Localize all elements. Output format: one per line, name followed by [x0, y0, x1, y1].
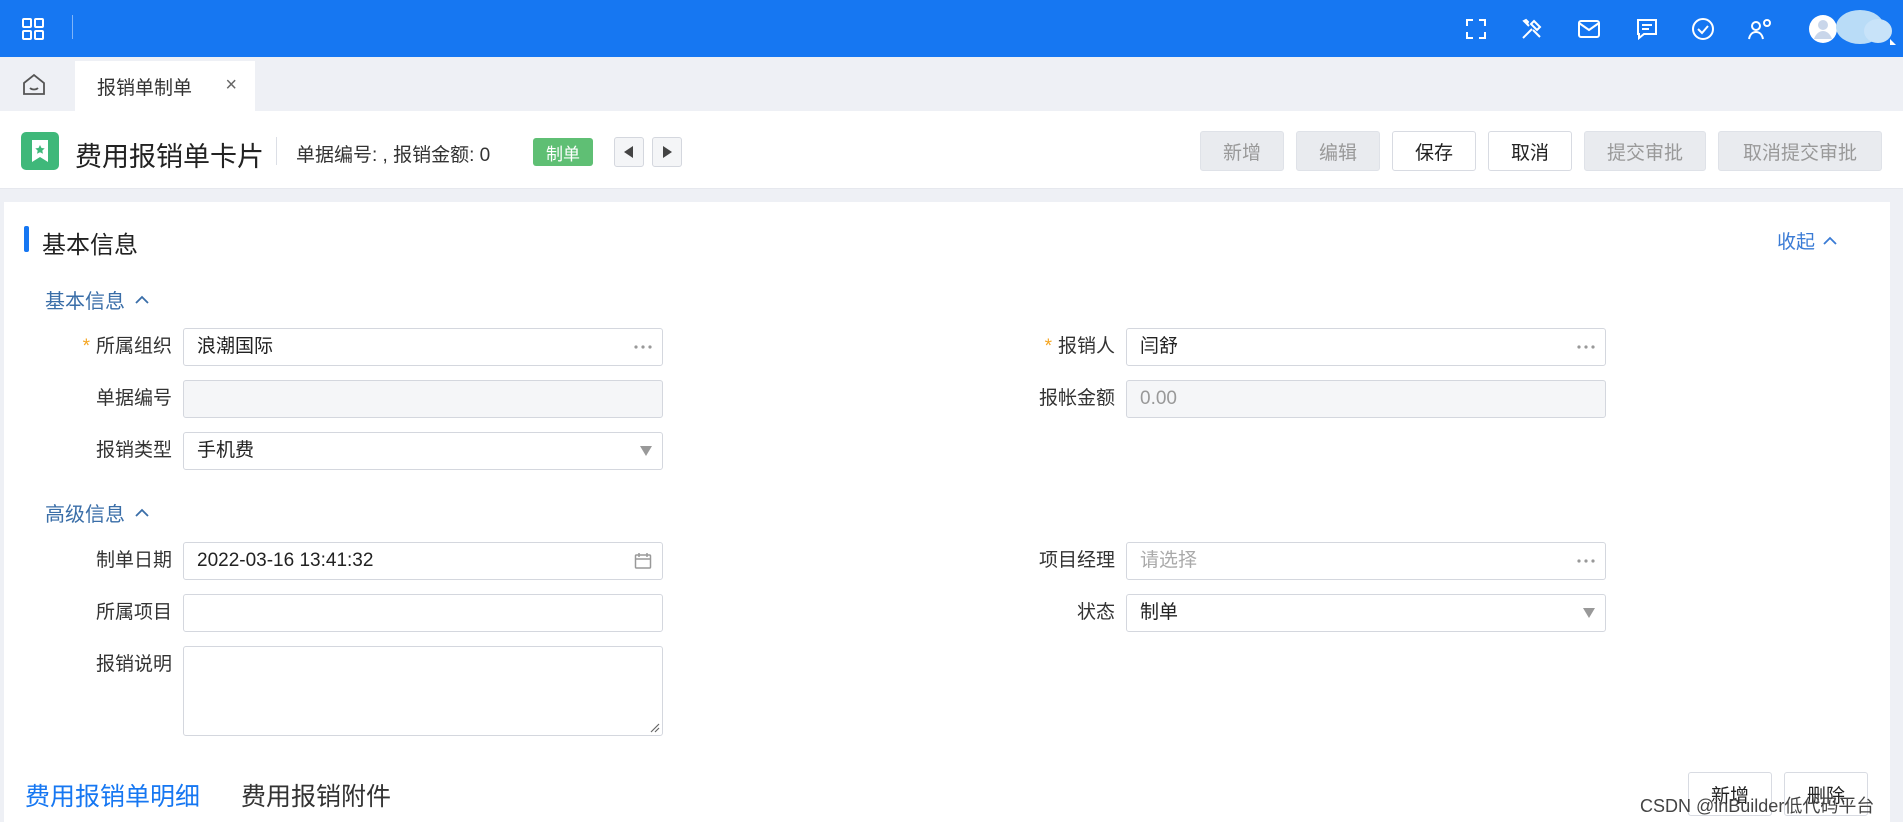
chevron-up-icon: [135, 508, 149, 517]
org-field[interactable]: 浪潮国际: [183, 328, 663, 366]
group-basic-toggle[interactable]: 基本信息: [45, 285, 149, 314]
pm-field[interactable]: 请选择: [1126, 542, 1606, 580]
type-value: 手机费: [197, 440, 255, 461]
tab-label: 报销单制单: [97, 77, 193, 99]
section-accent-bar: [24, 226, 29, 252]
mail-icon[interactable]: [1574, 0, 1604, 57]
chevron-up-icon: [1823, 236, 1837, 245]
project-label: 所属项目: [95, 602, 172, 623]
date-label: 制单日期: [95, 550, 172, 571]
group-advanced-toggle[interactable]: 高级信息: [45, 498, 149, 527]
next-record-button[interactable]: [652, 137, 682, 167]
project-field[interactable]: [183, 594, 663, 632]
more-icon[interactable]: [1577, 329, 1595, 365]
collapse-label: 收起: [1777, 232, 1816, 253]
page-header: 费用报销单卡片 单据编号: , 报销金额: 0 制单 新增 编辑 保存 取消 提…: [0, 111, 1903, 189]
bill-no-field: [183, 380, 663, 418]
message-icon[interactable]: [1632, 0, 1662, 57]
avatar[interactable]: [1808, 0, 1898, 57]
add-button[interactable]: 新增: [1200, 131, 1284, 171]
status-select[interactable]: 制单: [1126, 594, 1606, 632]
cancel-button[interactable]: 取消: [1488, 131, 1572, 171]
chevron-up-icon: [135, 295, 149, 304]
note-textarea[interactable]: [183, 646, 663, 736]
page-title: 费用报销单卡片: [75, 142, 264, 172]
watermark: CSDN @inBuilder低代码平台: [1640, 796, 1875, 816]
reimburser-value: 闫舒: [1140, 336, 1179, 357]
amount-field: 0.00: [1126, 380, 1606, 418]
calendar-icon[interactable]: [634, 543, 652, 579]
close-icon[interactable]: ×: [225, 75, 237, 95]
submit-approval-button[interactable]: 提交审批: [1584, 131, 1706, 171]
note-label: 报销说明: [95, 654, 172, 675]
topbar-divider: [72, 15, 73, 39]
reimburser-label: * 报销人: [1044, 336, 1115, 357]
cancel-submit-approval-button[interactable]: 取消提交审批: [1718, 131, 1882, 171]
section-title: 基本信息: [42, 232, 138, 259]
bill-info: 单据编号: , 报销金额: 0: [296, 145, 491, 166]
header-divider: [276, 137, 277, 165]
tab-expense-detail[interactable]: 费用报销单明细: [25, 777, 200, 813]
pm-placeholder: 请选择: [1140, 550, 1198, 571]
tools-icon[interactable]: [1517, 0, 1547, 57]
status-label: 状态: [1076, 602, 1115, 623]
bookmark-icon: [21, 132, 59, 170]
more-icon[interactable]: [634, 329, 652, 365]
reimburser-field[interactable]: 闫舒: [1126, 328, 1606, 366]
edit-button[interactable]: 编辑: [1296, 131, 1380, 171]
type-select[interactable]: 手机费: [183, 432, 663, 470]
tab-strip: 报销单制单 ×: [0, 57, 1903, 111]
save-button[interactable]: 保存: [1392, 131, 1476, 171]
date-picker[interactable]: 2022-03-16 13:41:32: [183, 542, 663, 580]
form-panel: 基本信息 收起 基本信息 * 所属组织 浪潮国际 * 报销人 闫舒 单据编号 报帐金…: [4, 202, 1890, 822]
status-value: 制单: [1140, 602, 1179, 623]
caret-down-icon: [640, 433, 652, 469]
status-badge: 制单: [533, 138, 593, 166]
amount-label: 报帐金额: [1038, 388, 1115, 409]
tab-reimbursement-form[interactable]: 报销单制单 ×: [75, 61, 255, 111]
check-circle-icon[interactable]: [1688, 0, 1718, 57]
tab-expense-attachments[interactable]: 费用报销附件: [241, 777, 391, 813]
pm-label: 项目经理: [1038, 550, 1115, 571]
collapse-button[interactable]: 收起: [1777, 227, 1837, 254]
org-value: 浪潮国际: [197, 336, 274, 357]
type-label: 报销类型: [95, 440, 172, 461]
prev-record-button[interactable]: [614, 137, 644, 167]
org-label: * 所属组织: [82, 336, 172, 357]
user-settings-icon[interactable]: [1745, 0, 1775, 57]
group-basic-title: 基本信息: [45, 291, 125, 313]
apps-grid-icon[interactable]: [18, 0, 48, 57]
home-icon[interactable]: [0, 57, 68, 111]
caret-down-icon: [1583, 595, 1595, 631]
group-advanced-title: 高级信息: [45, 504, 125, 526]
top-bar: [0, 0, 1903, 57]
more-icon[interactable]: [1577, 543, 1595, 579]
fullscreen-icon[interactable]: [1461, 0, 1491, 57]
resize-grip-icon[interactable]: [648, 721, 660, 733]
bill-no-label: 单据编号: [95, 388, 172, 409]
date-value: 2022-03-16 13:41:32: [197, 550, 374, 571]
